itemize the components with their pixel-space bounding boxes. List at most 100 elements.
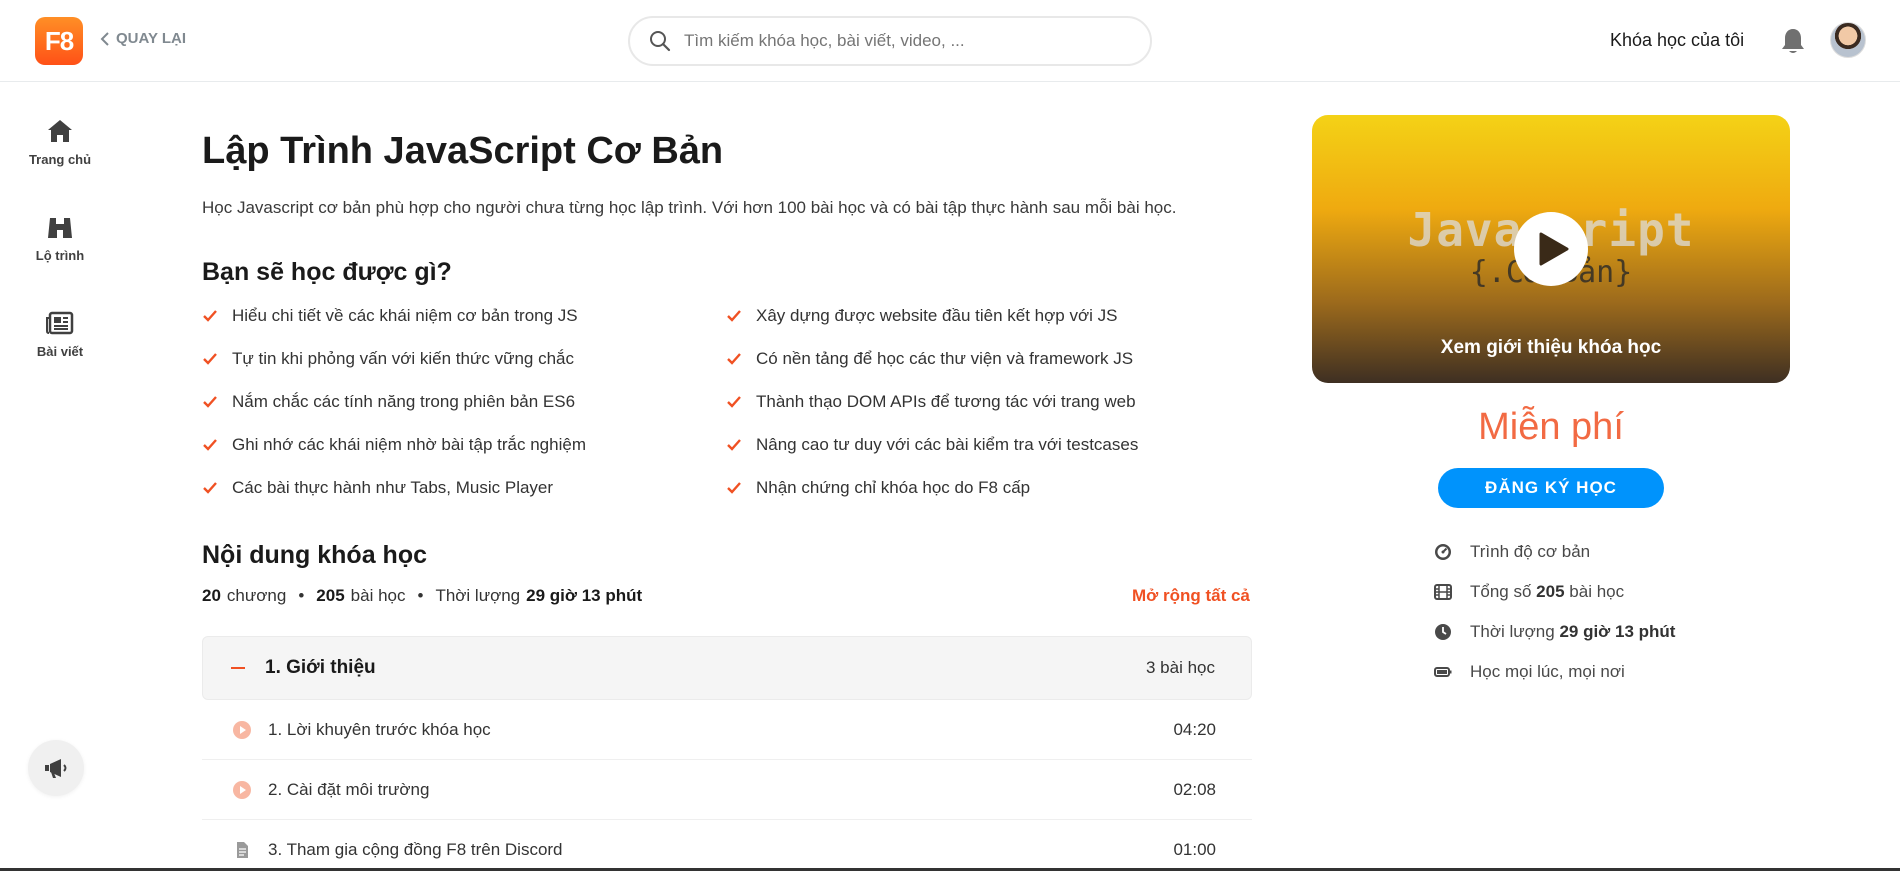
sidebar-item-roadmap[interactable]: Lộ trình xyxy=(20,214,100,263)
newspaper-icon xyxy=(46,311,74,335)
anywhere-text: Học mọi lúc, mọi nơi xyxy=(1470,662,1625,681)
sidebar-item-label: Trang chủ xyxy=(28,152,92,167)
check-icon xyxy=(727,396,741,408)
check-icon xyxy=(203,353,217,365)
lesson-title: 3. Tham gia cộng đồng F8 trên Discord xyxy=(268,840,563,859)
info-level: Trình độ cơ bản xyxy=(1434,542,1590,562)
search-icon xyxy=(650,31,671,52)
separator-dot: • xyxy=(417,586,424,605)
chapter-header[interactable]: 1. Giới thiệu 3 bài học xyxy=(202,636,1252,700)
clock-icon xyxy=(1435,624,1451,640)
learn-item: Nâng cao tư duy với các bài kiểm tra với… xyxy=(726,435,1138,455)
learn-item: Thành thạo DOM APIs để tương tác với tra… xyxy=(726,392,1136,412)
course-preview-video[interactable]: Javascript {.Cơ Bản} Xem giới thiệu khóa… xyxy=(1312,115,1790,383)
lesson-duration: 04:20 xyxy=(1173,719,1216,739)
learn-item: Ghi nhớ các khái niệm nhờ bài tập trắc n… xyxy=(202,435,586,455)
film-icon xyxy=(1434,584,1452,600)
my-courses-link[interactable]: Khóa học của tôi xyxy=(1610,30,1744,51)
lesson-count: 205 xyxy=(316,586,345,605)
sidebar-item-blog[interactable]: Bài viết xyxy=(20,310,100,359)
f8-logo[interactable]: F8 xyxy=(35,17,83,65)
course-title: Lập Trình JavaScript Cơ Bản xyxy=(202,130,724,172)
learn-item-text: Nhận chứng chỉ khóa học do F8 cấp xyxy=(756,478,1031,497)
play-icon xyxy=(1539,232,1569,266)
learn-item-text: Tự tin khi phỏng vấn với kiến thức vững … xyxy=(232,349,575,368)
learn-item: Tự tin khi phỏng vấn với kiến thức vững … xyxy=(202,349,574,369)
learn-item: Xây dựng được website đầu tiên kết hợp v… xyxy=(726,306,1117,326)
chevron-left-icon xyxy=(100,31,109,46)
search-input[interactable] xyxy=(684,31,1104,51)
learn-item-text: Ghi nhớ các khái niệm nhờ bài tập trắc n… xyxy=(232,435,586,454)
info-anywhere: Học mọi lúc, mọi nơi xyxy=(1434,662,1625,682)
duration-value: 29 giờ 13 phút xyxy=(526,586,643,605)
chapter-count: 20 xyxy=(202,586,221,605)
header: F8 QUAY LẠI Khóa học của tôi xyxy=(0,0,1900,82)
search-box[interactable] xyxy=(628,16,1152,66)
course-description: Học Javascript cơ bản phù hợp cho người … xyxy=(202,198,1177,217)
sidebar-item-label: Bài viết xyxy=(36,344,84,359)
learn-item: Hiểu chi tiết về các khái niệm cơ bản tr… xyxy=(202,306,578,326)
content-heading: Nội dung khóa học xyxy=(202,541,427,569)
check-icon xyxy=(203,396,217,408)
user-avatar[interactable] xyxy=(1830,22,1866,58)
check-icon xyxy=(727,439,741,451)
document-icon xyxy=(237,842,248,858)
info-total-lessons: Tổng số 205 bài học xyxy=(1434,582,1624,602)
chapter-title: 1. Giới thiệu xyxy=(265,657,376,678)
lesson-row[interactable]: 1. Lời khuyên trước khóa học 04:20 xyxy=(202,700,1252,760)
level-text: Trình độ cơ bản xyxy=(1470,542,1591,561)
course-price: Miễn phí xyxy=(1478,406,1624,448)
separator-dot: • xyxy=(298,586,305,605)
check-icon xyxy=(203,482,217,494)
road-icon xyxy=(48,218,72,238)
battery-icon xyxy=(1434,667,1452,677)
info-duration: Thời lượng 29 giờ 13 phút xyxy=(1434,622,1675,642)
duration-label: Thời lượng xyxy=(435,586,521,605)
play-circle-icon xyxy=(233,780,251,799)
play-button[interactable] xyxy=(1514,212,1588,286)
learn-item-text: Nắm chắc các tính năng trong phiên bản E… xyxy=(232,392,576,411)
register-button[interactable]: ĐĂNG KÝ HỌC xyxy=(1438,468,1664,508)
check-icon xyxy=(727,353,741,365)
learn-item: Có nền tảng để học các thư viện và frame… xyxy=(726,349,1133,369)
learn-item: Nắm chắc các tính năng trong phiên bản E… xyxy=(202,392,575,412)
learn-item-text: Thành thạo DOM APIs để tương tác với tra… xyxy=(756,392,1136,411)
chapter-unit: chương xyxy=(226,586,287,605)
course-meta: 20 chương • 205 bài học • Thời lượng 29 … xyxy=(202,586,642,606)
lesson-duration: 02:08 xyxy=(1173,779,1216,799)
preview-intro-label: Xem giới thiệu khóa học xyxy=(1440,337,1662,358)
lesson-unit: bài học xyxy=(350,586,406,605)
gauge-icon xyxy=(1435,544,1451,560)
lesson-duration: 01:00 xyxy=(1173,840,1216,859)
learn-heading: Bạn sẽ học được gì? xyxy=(202,258,452,286)
check-icon xyxy=(727,310,741,322)
check-icon xyxy=(727,482,741,494)
lesson-row[interactable]: 3. Tham gia cộng đồng F8 trên Discord 01… xyxy=(202,820,1252,871)
lesson-row[interactable]: 2. Cài đặt môi trường 02:08 xyxy=(202,760,1252,820)
lesson-title: 2. Cài đặt môi trường xyxy=(268,779,430,799)
sidebar-item-home[interactable]: Trang chủ xyxy=(20,118,100,167)
check-icon xyxy=(203,439,217,451)
sidebar-item-label: Lộ trình xyxy=(35,248,85,263)
total-lessons-text: Tổng số 205 bài học xyxy=(1470,582,1625,601)
learn-item: Các bài thực hành như Tabs, Music Player xyxy=(202,478,553,498)
lesson-title: 1. Lời khuyên trước khóa học xyxy=(268,719,491,739)
announcement-button[interactable] xyxy=(28,740,84,796)
play-circle-icon xyxy=(233,720,251,739)
learn-item: Nhận chứng chỉ khóa học do F8 cấp xyxy=(726,478,1030,498)
learn-item-text: Nâng cao tư duy với các bài kiểm tra với… xyxy=(756,435,1139,454)
learn-item-text: Có nền tảng để học các thư viện và frame… xyxy=(756,349,1134,368)
collapse-icon xyxy=(231,667,245,669)
chapter-lesson-count: 3 bài học xyxy=(1146,658,1215,677)
back-label: QUAY LẠI xyxy=(116,30,187,47)
bell-icon[interactable] xyxy=(1780,27,1806,55)
learn-item-text: Hiểu chi tiết về các khái niệm cơ bản tr… xyxy=(232,306,578,325)
home-icon xyxy=(48,120,72,142)
back-button[interactable]: QUAY LẠI xyxy=(100,30,186,47)
duration-text: Thời lượng 29 giờ 13 phút xyxy=(1470,622,1676,641)
megaphone-icon xyxy=(45,759,67,778)
learn-item-text: Các bài thực hành như Tabs, Music Player xyxy=(232,478,554,497)
learn-item-text: Xây dựng được website đầu tiên kết hợp v… xyxy=(756,306,1118,325)
expand-all-link[interactable]: Mở rộng tất cả xyxy=(1132,586,1250,606)
check-icon xyxy=(203,310,217,322)
